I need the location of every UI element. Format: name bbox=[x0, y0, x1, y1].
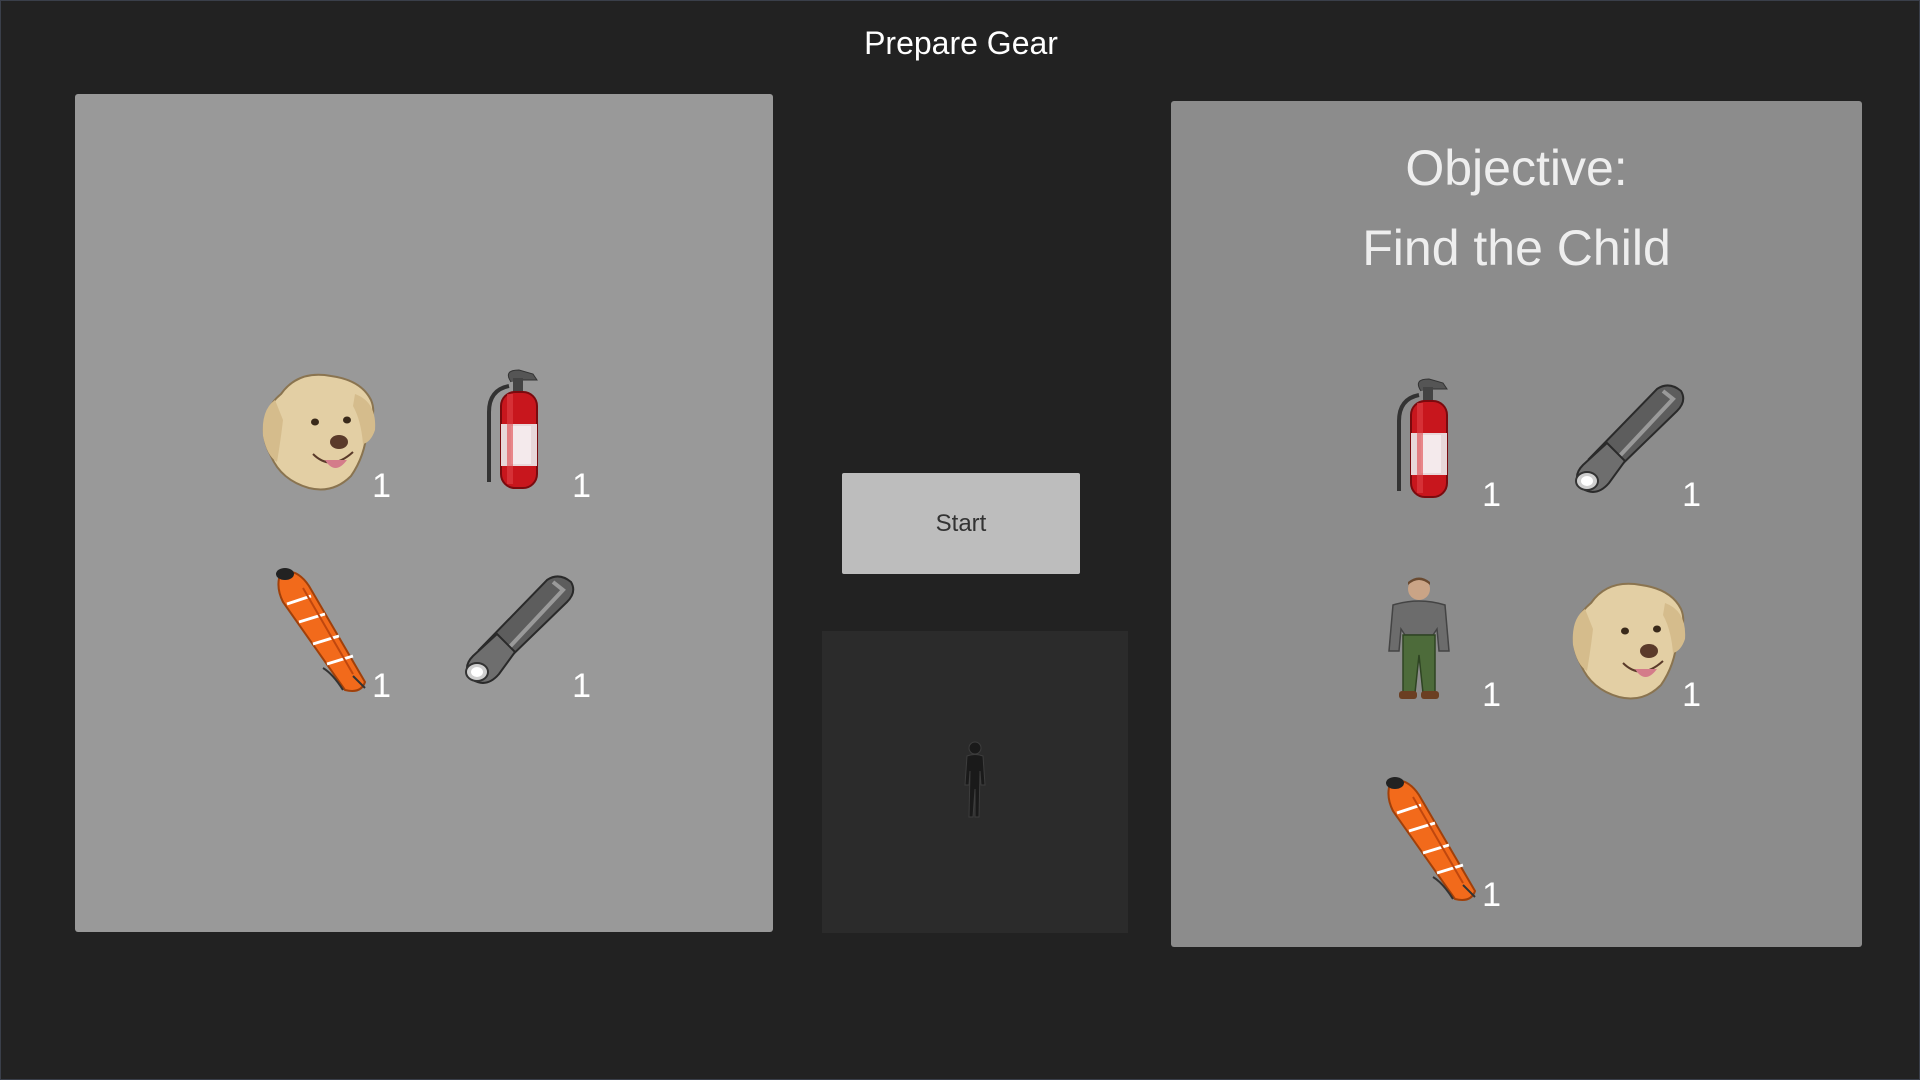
item-count: 1 bbox=[1682, 476, 1701, 514]
item-count: 1 bbox=[372, 467, 391, 505]
inventory-panel: 1 1 1 1 bbox=[75, 94, 773, 932]
rescue-stretcher-icon bbox=[253, 564, 383, 694]
flashlight-icon bbox=[453, 564, 583, 694]
item-count: 1 bbox=[1482, 476, 1501, 514]
flashlight-icon bbox=[1563, 373, 1693, 503]
inventory-slot-fire-extinguisher[interactable]: 1 bbox=[453, 364, 593, 505]
item-count: 1 bbox=[572, 467, 591, 505]
objective-heading: Objective: bbox=[1405, 140, 1628, 196]
fire-extinguisher-icon bbox=[453, 364, 583, 494]
rescue-stretcher-icon bbox=[1363, 773, 1493, 903]
objective-item-fire-extinguisher: 1 bbox=[1363, 373, 1503, 514]
inventory-slot-flashlight[interactable]: 1 bbox=[453, 564, 593, 705]
character-preview bbox=[822, 631, 1128, 933]
inventory-slot-dog[interactable]: 1 bbox=[253, 364, 393, 505]
dog-head-icon bbox=[1563, 573, 1693, 703]
fire-extinguisher-icon bbox=[1363, 373, 1493, 503]
objective-item-flashlight: 1 bbox=[1563, 373, 1703, 514]
start-button[interactable]: Start bbox=[842, 473, 1080, 574]
objective-item-person: 1 bbox=[1363, 573, 1503, 714]
person-icon bbox=[1363, 573, 1493, 703]
item-count: 1 bbox=[1482, 676, 1501, 714]
objective-item-stretcher: 1 bbox=[1363, 773, 1503, 914]
dog-head-icon bbox=[253, 364, 383, 494]
objective-panel: Objective: Find the Child 1 1 1 1 1 bbox=[1171, 101, 1862, 947]
player-silhouette-icon bbox=[964, 741, 986, 818]
item-count: 1 bbox=[1682, 676, 1701, 714]
objective-item-dog: 1 bbox=[1563, 573, 1703, 714]
page-title: Prepare Gear bbox=[864, 25, 1058, 61]
inventory-slot-stretcher[interactable]: 1 bbox=[253, 564, 393, 705]
objective-goal: Find the Child bbox=[1362, 220, 1671, 276]
item-count: 1 bbox=[1482, 876, 1501, 914]
item-count: 1 bbox=[372, 667, 391, 705]
item-count: 1 bbox=[572, 667, 591, 705]
